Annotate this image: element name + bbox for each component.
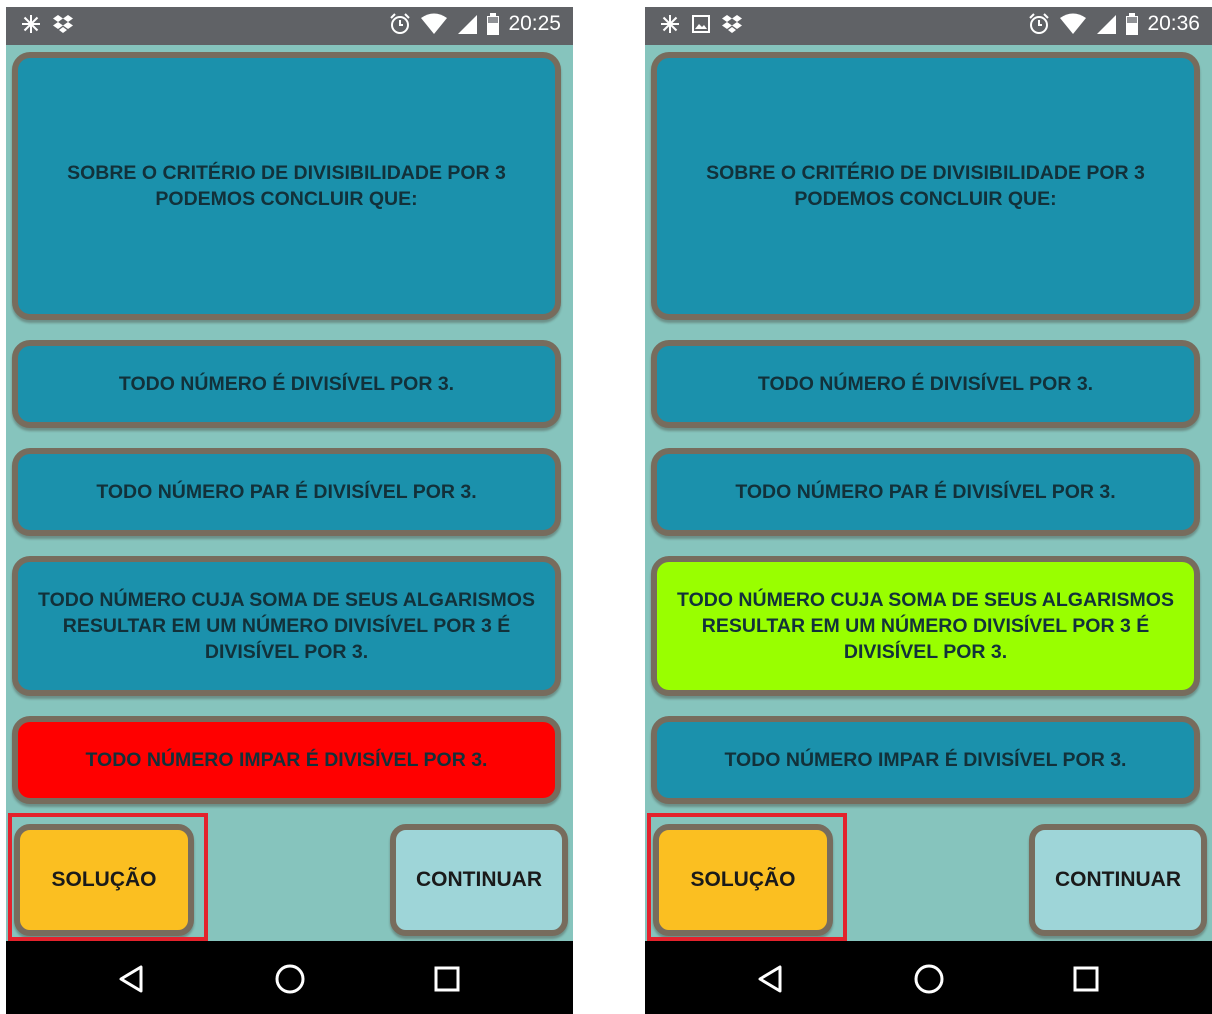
status-time: 20:36 [1147,12,1200,35]
alarm-icon [388,12,412,36]
image-icon [691,14,711,34]
answer-option-text: TODO NÚMERO IMPAR É DIVISÍVEL POR 3. [724,749,1127,771]
answer-option-3[interactable]: TODO NÚMERO CUJA SOMA DE SEUS ALGARISMOS… [12,556,561,696]
wifi-icon [1059,12,1087,36]
battery-icon [1125,12,1139,36]
answer-option-text: TODO NÚMERO CUJA SOMA DE SEUS ALGARISMOS… [677,589,1174,663]
back-icon[interactable] [751,959,791,999]
answer-option-text: TODO NÚMERO PAR É DIVISÍVEL POR 3. [735,481,1116,503]
phone-screen-2: 20:36 SOBRE O CRITÉRIO DE DIVISIBILIDADE… [645,7,1212,1014]
solution-button[interactable]: SOLUÇÃO [14,824,194,936]
answer-option-text: TODO NÚMERO CUJA SOMA DE SEUS ALGARISMOS… [38,589,535,663]
recents-icon[interactable] [1066,959,1106,999]
solution-button[interactable]: SOLUÇÃO [653,824,833,936]
signal-icon [1095,13,1117,35]
sparkle-icon [659,13,681,35]
answer-option-3-correct[interactable]: TODO NÚMERO CUJA SOMA DE SEUS ALGARISMOS… [651,556,1200,696]
continue-button[interactable]: CONTINUAR [390,824,568,936]
solution-button-label: SOLUÇÃO [51,868,157,891]
recents-icon[interactable] [427,959,467,999]
answer-option-2[interactable]: TODO NÚMERO PAR É DIVISÍVEL POR 3. [12,448,561,536]
back-icon[interactable] [112,959,152,999]
answer-option-1[interactable]: TODO NÚMERO É DIVISÍVEL POR 3. [12,340,561,428]
question-card: SOBRE O CRITÉRIO DE DIVISIBILIDADE POR 3… [12,52,561,320]
dropbox-icon [721,13,743,35]
answer-option-4-wrong[interactable]: TODO NÚMERO IMPAR É DIVISÍVEL POR 3. [12,716,561,804]
question-card: SOBRE O CRITÉRIO DE DIVISIBILIDADE POR 3… [651,52,1200,320]
continue-button-label: CONTINUAR [416,868,542,891]
question-text: SOBRE O CRITÉRIO DE DIVISIBILIDADE POR 3… [67,162,506,210]
alarm-icon [1027,12,1051,36]
dropbox-icon [52,13,74,35]
battery-icon [486,12,500,36]
status-bar: 20:25 [6,7,573,45]
home-icon[interactable] [909,959,949,999]
answer-option-4[interactable]: TODO NÚMERO IMPAR É DIVISÍVEL POR 3. [651,716,1200,804]
answer-option-1[interactable]: TODO NÚMERO É DIVISÍVEL POR 3. [651,340,1200,428]
answer-option-text: TODO NÚMERO É DIVISÍVEL POR 3. [118,373,455,395]
solution-button-label: SOLUÇÃO [690,868,796,891]
question-text: SOBRE O CRITÉRIO DE DIVISIBILIDADE POR 3… [706,162,1145,210]
answer-option-2[interactable]: TODO NÚMERO PAR É DIVISÍVEL POR 3. [651,448,1200,536]
home-icon[interactable] [270,959,310,999]
answer-option-text: TODO NÚMERO PAR É DIVISÍVEL POR 3. [96,481,477,503]
signal-icon [456,13,478,35]
sparkle-icon [20,13,42,35]
navigation-bar [6,941,573,1014]
phone-screen-1: 20:25 SOBRE O CRITÉRIO DE DIVISIBILIDADE… [6,7,573,1014]
wifi-icon [420,12,448,36]
answer-option-text: TODO NÚMERO IMPAR É DIVISÍVEL POR 3. [85,749,488,771]
navigation-bar [645,941,1212,1014]
status-time: 20:25 [508,12,561,35]
status-bar: 20:36 [645,7,1212,45]
answer-option-text: TODO NÚMERO É DIVISÍVEL POR 3. [757,373,1094,395]
continue-button-label: CONTINUAR [1055,868,1181,891]
continue-button[interactable]: CONTINUAR [1029,824,1207,936]
